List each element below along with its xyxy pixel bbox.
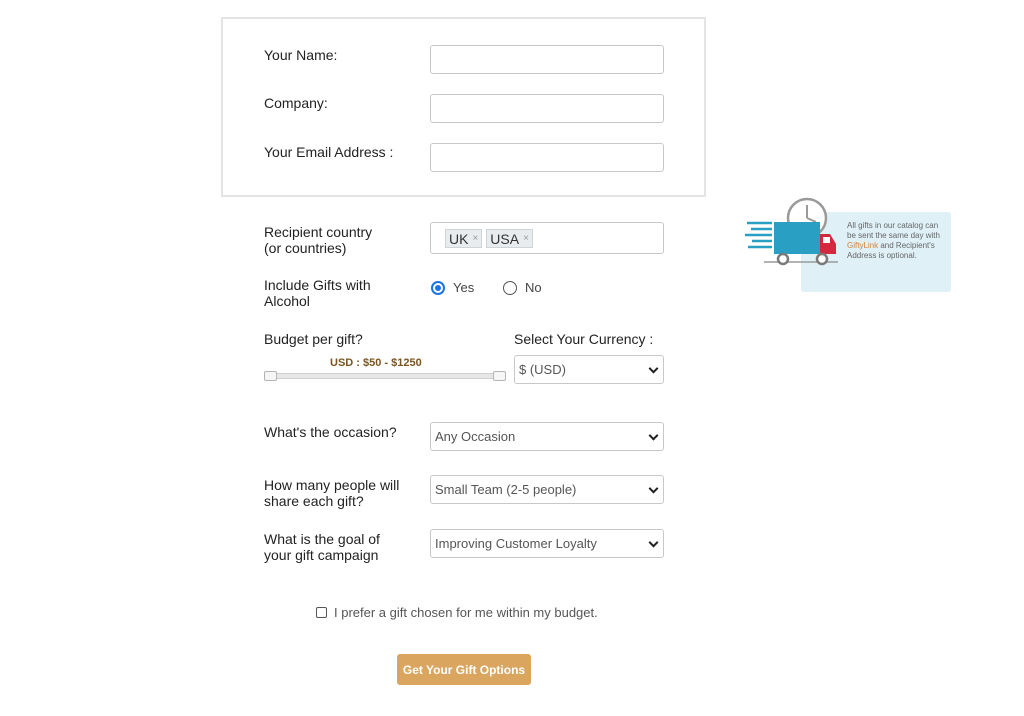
country-tag-uk: UK × xyxy=(445,229,483,248)
budget-choice-label: I prefer a gift chosen for me within my … xyxy=(334,605,598,620)
sharing-select[interactable]: Small Team (2-5 people) xyxy=(430,475,664,504)
alcohol-no-option[interactable]: No xyxy=(503,280,542,295)
occasion-label: What's the occasion? xyxy=(264,424,397,440)
remove-usa-icon[interactable]: × xyxy=(523,233,529,244)
chevron-down-icon xyxy=(648,537,659,548)
company-label: Company: xyxy=(264,95,328,111)
name-label: Your Name: xyxy=(264,47,338,63)
alcohol-yes-option[interactable]: Yes xyxy=(431,280,474,295)
budget-slider-track[interactable] xyxy=(268,373,504,379)
delivery-truck-icon xyxy=(745,197,838,266)
chevron-down-icon xyxy=(648,363,659,374)
alcohol-label: Include Gifts with Alcohol xyxy=(264,277,371,309)
alcohol-yes-radio[interactable] xyxy=(431,280,445,295)
sharing-label: How many people will share each gift? xyxy=(264,477,400,509)
alcohol-no-radio[interactable] xyxy=(503,280,517,295)
recipient-country-multiselect[interactable]: UK × USA × xyxy=(430,222,664,254)
country-tag-usa: USA × xyxy=(486,229,533,248)
goal-select[interactable]: Improving Customer Loyalty xyxy=(430,529,664,558)
email-field[interactable] xyxy=(430,143,664,172)
occasion-select[interactable]: Any Occasion xyxy=(430,422,664,451)
budget-label: Budget per gift? xyxy=(264,331,363,347)
budget-range-text: USD : $50 - $1250 xyxy=(330,357,422,369)
goal-label: What is the goal of your gift campaign xyxy=(264,531,380,563)
currency-select[interactable]: $ (USD) xyxy=(514,355,664,384)
email-label: Your Email Address : xyxy=(264,144,394,160)
remove-uk-icon[interactable]: × xyxy=(472,233,478,244)
brand-link: GiftyLink xyxy=(847,241,879,250)
name-field[interactable] xyxy=(430,45,664,74)
get-gift-options-button[interactable]: Get Your Gift Options xyxy=(397,654,531,685)
chevron-down-icon xyxy=(648,483,659,494)
budget-choice-checkbox[interactable] xyxy=(316,607,327,618)
currency-label: Select Your Currency : xyxy=(514,331,654,347)
chevron-down-icon xyxy=(648,430,659,441)
company-field[interactable] xyxy=(430,94,664,123)
budget-choice-option[interactable]: I prefer a gift chosen for me within my … xyxy=(316,605,598,620)
recipient-country-label: Recipient country (or countries) xyxy=(264,224,373,256)
budget-max-handle[interactable] xyxy=(493,371,506,381)
budget-min-handle[interactable] xyxy=(264,371,277,381)
